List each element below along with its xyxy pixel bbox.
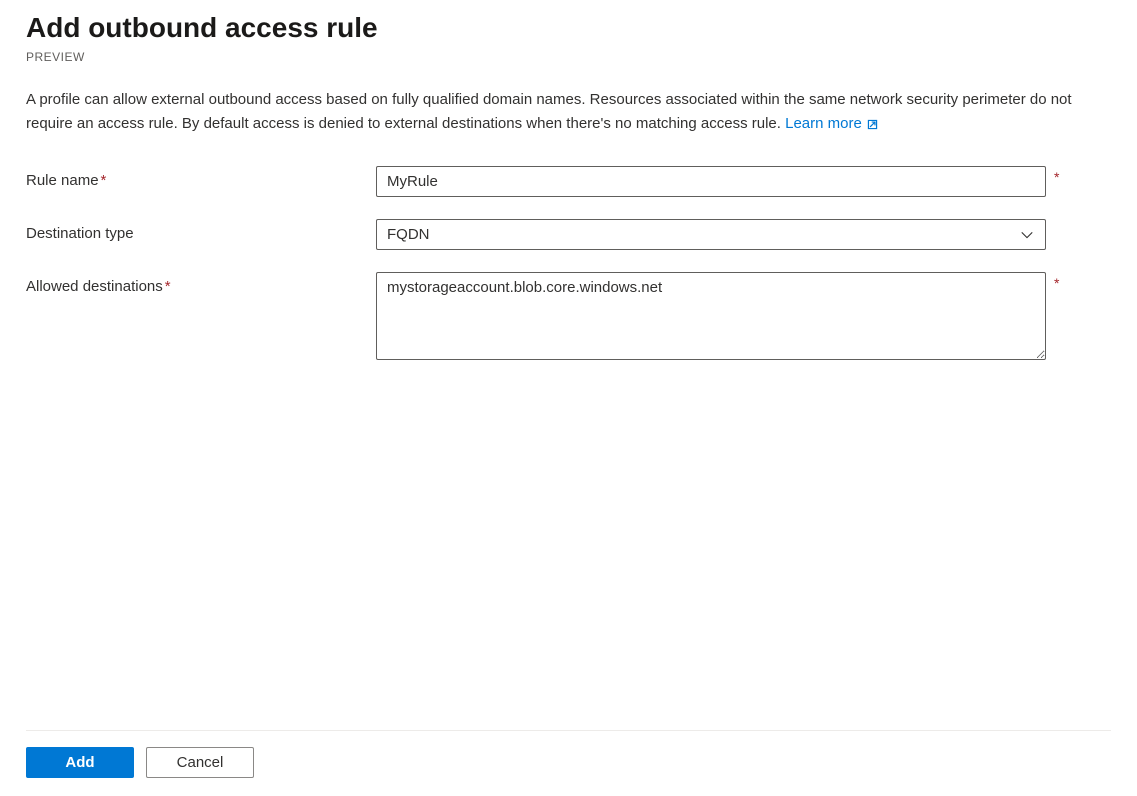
required-marker: * — [165, 278, 171, 295]
allowed-destinations-textarea[interactable]: mystorageaccount.blob.core.windows.net — [376, 272, 1046, 360]
form-row-rule-name: Rule name* * — [26, 166, 1111, 197]
destination-type-label: Destination type — [26, 219, 376, 242]
learn-more-label: Learn more — [785, 112, 862, 136]
rule-name-input[interactable] — [376, 166, 1046, 197]
required-indicator: * — [1054, 272, 1059, 290]
add-button[interactable]: Add — [26, 747, 134, 778]
form-row-allowed-destinations: Allowed destinations* mystorageaccount.b… — [26, 272, 1111, 360]
learn-more-link[interactable]: Learn more — [785, 112, 879, 136]
destination-type-select[interactable]: FQDN — [376, 219, 1046, 250]
required-indicator: * — [1054, 166, 1059, 184]
description-text: A profile can allow external outbound ac… — [26, 88, 1106, 136]
footer-actions: Add Cancel — [26, 730, 1111, 796]
cancel-button[interactable]: Cancel — [146, 747, 254, 778]
page-title: Add outbound access rule — [26, 10, 1111, 46]
required-marker: * — [101, 172, 107, 189]
external-link-icon — [866, 118, 879, 131]
allowed-destinations-label: Allowed destinations* — [26, 272, 376, 295]
panel-header: Add outbound access rule PREVIEW — [26, 10, 1111, 64]
description-body: A profile can allow external outbound ac… — [26, 91, 1072, 132]
preview-badge: PREVIEW — [26, 50, 1111, 64]
form-row-destination-type: Destination type FQDN — [26, 219, 1111, 250]
rule-name-label: Rule name* — [26, 166, 376, 189]
